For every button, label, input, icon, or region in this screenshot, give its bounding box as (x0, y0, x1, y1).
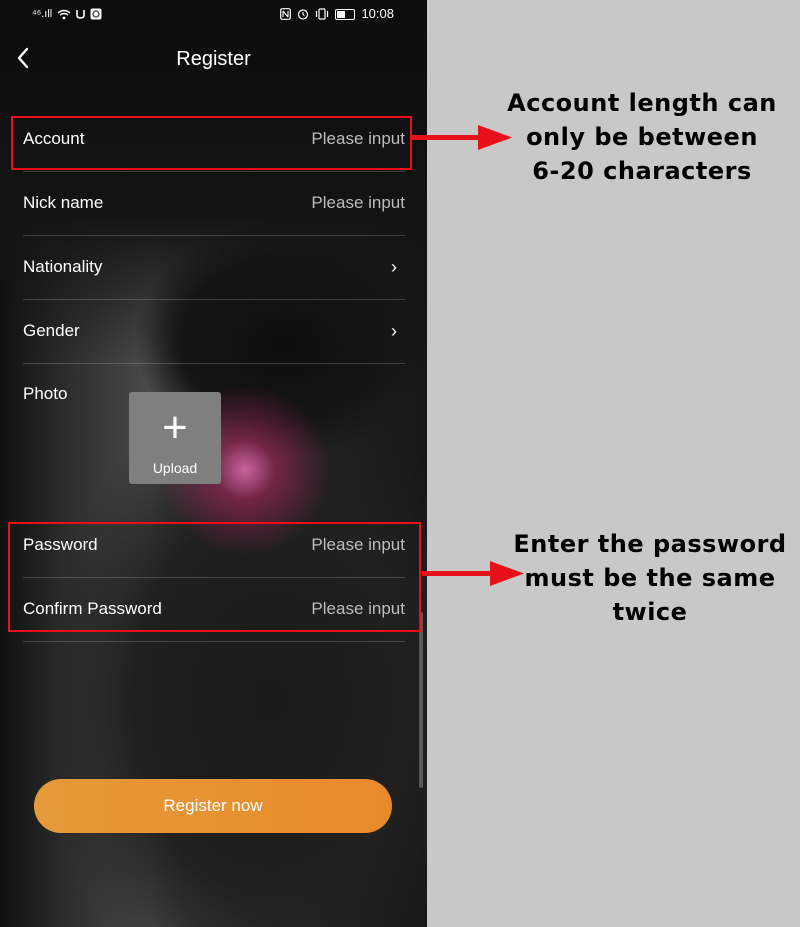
note-line: 6-20 characters (532, 157, 752, 185)
account-length-note: Account length can only be between 6-20 … (500, 86, 784, 188)
vibrate-icon (316, 8, 329, 20)
note-line: twice (612, 598, 688, 626)
page-title: Register (176, 48, 251, 70)
plus-icon: + (162, 403, 188, 452)
gender-label: Gender (23, 321, 80, 340)
nationality-label: Nationality (23, 257, 103, 276)
gender-selector[interactable]: Gender › (23, 299, 405, 364)
chevron-right-icon: › (391, 321, 397, 341)
register-now-button[interactable]: Register now (34, 779, 392, 833)
chevron-right-icon: › (391, 257, 397, 277)
account-highlight-box (11, 116, 412, 170)
note-line: Account length can (507, 89, 777, 117)
signal-icon: ⁴⁶.ıll (32, 8, 53, 20)
password-note: Enter the password must be the same twic… (508, 527, 792, 629)
photo-field: Photo + Upload (23, 364, 405, 512)
nickname-field[interactable]: Nick name Please input (23, 171, 405, 236)
note-line: Enter the password (513, 530, 787, 558)
nickname-input[interactable]: Please input (311, 171, 405, 235)
nfc-icon (280, 8, 292, 20)
usb-icon (76, 9, 86, 19)
note-line: must be the same (524, 564, 776, 592)
upload-photo-button[interactable]: + Upload (129, 392, 221, 484)
notification-app-icon (90, 8, 102, 20)
nationality-selector[interactable]: Nationality › (23, 235, 405, 300)
scrollbar[interactable] (419, 612, 423, 788)
status-bar: ⁴⁶.ıll 10:08 (0, 0, 427, 32)
status-right: 10:08 (280, 6, 394, 21)
note-line: only be between (526, 123, 758, 151)
upload-label: Upload (152, 460, 198, 476)
clock: 10:08 (361, 6, 394, 21)
battery-icon (335, 8, 356, 20)
nickname-label: Nick name (23, 193, 104, 212)
wifi-icon (57, 9, 71, 19)
photo-label: Photo (23, 384, 68, 403)
alarm-icon (298, 9, 309, 20)
status-left: ⁴⁶.ıll (32, 8, 102, 20)
password-highlight-box (8, 522, 421, 632)
account-arrow-icon (410, 125, 512, 150)
